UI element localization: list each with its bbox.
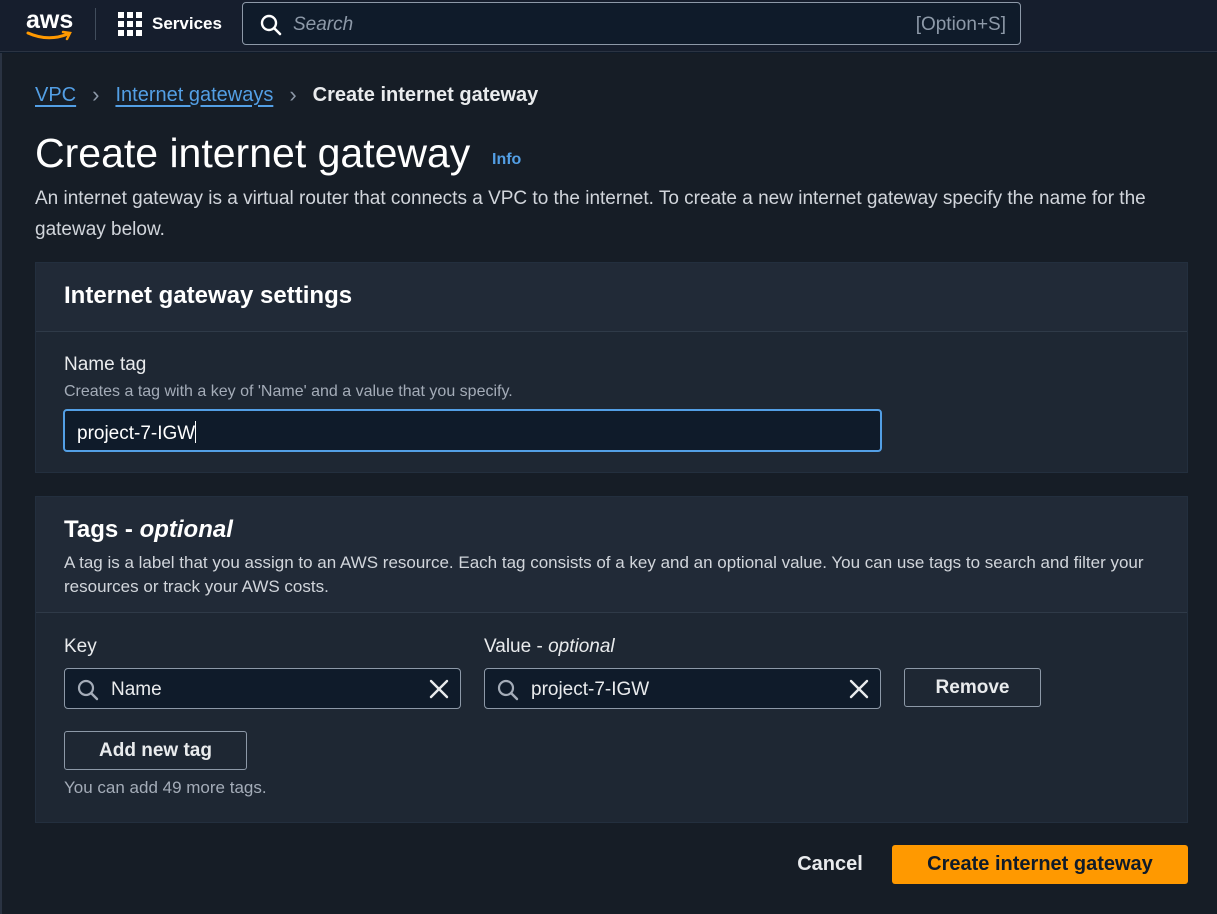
page-description: An internet gateway is a virtual router …	[35, 188, 1146, 240]
search-icon	[77, 679, 99, 701]
name-tag-input[interactable]: project-7-IGW	[63, 409, 882, 452]
tag-value-input[interactable]: project-7-IGW	[484, 668, 881, 709]
name-tag-description: Creates a tag with a key of 'Name' and a…	[64, 383, 513, 400]
tag-value-value: project-7-IGW	[531, 679, 650, 700]
tags-panel-title: Tags - optional	[64, 516, 233, 543]
tag-key-value: Name	[111, 679, 162, 700]
value-column-label: Value - optional	[484, 636, 615, 657]
services-menu-button[interactable]: Services	[118, 10, 222, 38]
tag-key-input[interactable]: Name	[64, 668, 461, 709]
topbar-divider	[95, 8, 96, 40]
breadcrumb: VPC › Internet gateways › Create interne…	[35, 82, 538, 108]
search-icon	[260, 14, 282, 36]
breadcrumb-current: Create internet gateway	[312, 83, 539, 106]
remove-tag-button[interactable]: Remove	[904, 668, 1041, 707]
panel-header: Tags - optional A tag is a label that yo…	[36, 497, 1187, 613]
settings-panel-title: Internet gateway settings	[64, 282, 353, 309]
aws-logo[interactable]: aws	[24, 6, 74, 42]
grid-icon	[118, 12, 142, 36]
add-new-tag-button[interactable]: Add new tag	[64, 731, 247, 770]
name-tag-value: project-7-IGW	[77, 423, 196, 444]
global-search-input[interactable]: Search [Option+S]	[242, 2, 1021, 45]
text-caret	[195, 421, 197, 443]
chevron-right-icon: ›	[289, 82, 297, 107]
tags-panel: Tags - optional A tag is a label that yo…	[35, 496, 1188, 823]
search-shortcut-hint: [Option+S]	[915, 14, 1006, 35]
panel-header: Internet gateway settings	[36, 263, 1187, 332]
internet-gateway-settings-panel: Internet gateway settings Name tag Creat…	[35, 262, 1188, 473]
breadcrumb-internet-gateways-link[interactable]: Internet gateways	[115, 84, 273, 107]
chevron-right-icon: ›	[92, 82, 100, 107]
tags-remaining-helper: You can add 49 more tags.	[64, 778, 267, 797]
tags-description: A tag is a label that you assign to an A…	[64, 553, 1144, 596]
create-internet-gateway-button[interactable]: Create internet gateway	[892, 845, 1188, 884]
name-tag-label: Name tag	[64, 354, 147, 375]
page-title: Create internet gateway	[35, 130, 471, 176]
top-navigation-bar: aws Services Search [Option+S]	[0, 0, 1217, 52]
info-link[interactable]: Info	[492, 151, 521, 169]
aws-smile-icon	[26, 30, 72, 41]
search-icon	[497, 679, 519, 701]
search-placeholder: Search	[293, 14, 354, 35]
breadcrumb-vpc-link[interactable]: VPC	[35, 84, 76, 107]
key-column-label: Key	[64, 636, 97, 657]
left-edge-border	[0, 53, 2, 914]
optional-label: optional	[139, 516, 233, 543]
cancel-button[interactable]: Cancel	[785, 845, 875, 884]
close-icon[interactable]	[428, 678, 450, 700]
services-label: Services	[152, 14, 222, 33]
close-icon[interactable]	[848, 678, 870, 700]
